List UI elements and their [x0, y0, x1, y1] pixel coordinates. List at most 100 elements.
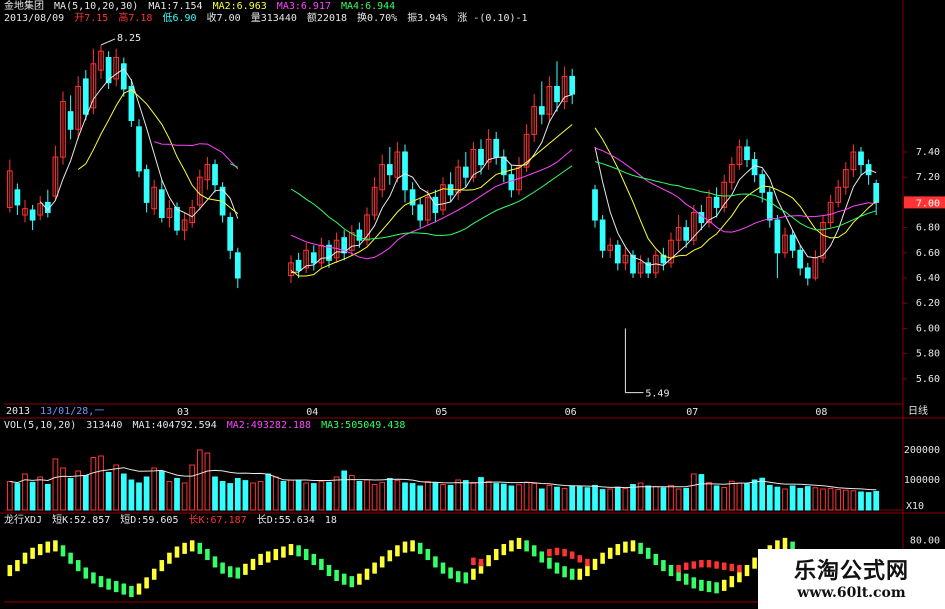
quote-volume: 量313440 — [250, 13, 297, 24]
volume-bar-down — [554, 486, 560, 511]
candle-down — [82, 78, 89, 115]
candle-down — [143, 169, 150, 203]
volume-bar-up — [181, 482, 188, 511]
candle-down — [417, 204, 424, 221]
volume-bar-down — [227, 483, 234, 511]
volume-bar-up — [842, 489, 849, 511]
ma-params: MA(5,10,20,30) — [54, 1, 139, 12]
price-tick-label: 6.60 — [916, 248, 940, 259]
candle-down — [592, 189, 598, 221]
volume-bar-down — [295, 480, 302, 511]
volume-bar-up — [531, 483, 538, 511]
volume-bar-up — [455, 479, 462, 511]
volume-bar-down — [128, 479, 135, 511]
candle-down — [789, 234, 796, 251]
volume-bar-up — [561, 487, 568, 511]
month-label: 08 — [815, 407, 827, 418]
candle-down — [873, 183, 880, 203]
quote-change: 涨 -(0.10)-1 — [457, 13, 528, 24]
volume-bar-up — [166, 481, 173, 511]
volume-bar-up — [250, 482, 256, 511]
volume-bar-down — [858, 491, 864, 511]
cursor-date[interactable]: 13/01/28,一 — [40, 406, 104, 417]
candle-down — [386, 164, 393, 176]
candle-down — [599, 219, 606, 251]
volume-bar-down — [789, 485, 796, 511]
volume-header: VOL(5,10,20) 313440 MA1:404792.594 MA2:4… — [4, 420, 409, 432]
watermark-badge: 乐淘公式网 www.60lt.com — [758, 549, 945, 609]
period-label[interactable]: 日线 — [908, 406, 928, 417]
high-pointer — [100, 38, 116, 46]
candle-down — [29, 209, 36, 221]
volume-bar-down — [242, 480, 249, 511]
volume-bar-up — [348, 475, 355, 511]
stock-name[interactable]: 金地集团 — [4, 1, 44, 12]
volume-tick-label: 200000 — [904, 445, 940, 456]
volume-bar-down — [584, 487, 591, 511]
volume-bar-down — [44, 484, 51, 511]
quote-header: 2013/08/09 开7.15 高7.18 低6.90 收7.00 量3134… — [4, 13, 532, 25]
volume-bar-down — [219, 481, 226, 511]
price-tick-label: 6.00 — [916, 323, 940, 334]
candle-down — [493, 138, 500, 158]
short-k: 短K:52.857 — [52, 515, 111, 526]
volume-bar-up — [668, 484, 674, 511]
volume-tick-label: 100000 — [904, 475, 940, 486]
volume-bar-down — [599, 489, 606, 511]
volume-bar-down — [212, 476, 218, 511]
volume-bar-down — [865, 492, 872, 511]
volume-bar-up — [736, 482, 743, 511]
volume-bar-up — [850, 490, 857, 511]
volume-unit-label: X10 — [906, 501, 924, 512]
last-price-label: 7.00 — [916, 198, 940, 209]
volume-bar-down — [14, 483, 21, 511]
volume-bar-down — [751, 479, 758, 511]
volume-bar-up — [90, 457, 97, 511]
volume-bar-up — [485, 481, 492, 511]
candle-down — [14, 189, 21, 206]
low-annotation: 5.49 — [645, 389, 669, 400]
volume-bar-down — [105, 472, 112, 511]
volume-bar-down — [158, 470, 165, 511]
volume-bar-down — [234, 478, 241, 511]
volume-bar-up — [607, 488, 614, 511]
volume-bar-down — [759, 477, 766, 511]
volume-bar-up — [675, 488, 682, 511]
ma2-value: MA2:6.963 — [212, 1, 267, 12]
volume-bar-down — [402, 482, 408, 511]
volume-bar-down — [409, 483, 416, 511]
long-k: 长K:67.187 — [188, 515, 247, 526]
price-tick-label: 5.80 — [916, 349, 940, 360]
volume-bar-up — [196, 449, 203, 511]
short-d: 短D:59.605 — [120, 515, 179, 526]
month-label: 04 — [306, 407, 318, 418]
candle-down — [614, 244, 621, 264]
candle-down — [174, 206, 180, 231]
volume-bar-up — [424, 481, 431, 511]
candle-down — [858, 151, 864, 166]
volume-panel — [6, 449, 880, 511]
volume-bar-up — [379, 481, 386, 511]
volume-bar-down — [280, 481, 287, 511]
month-label: 06 — [565, 407, 577, 418]
quote-open: 开7.15 — [74, 13, 109, 24]
volume-bar-down — [744, 483, 750, 511]
volume-bar-down — [265, 473, 272, 511]
volume-bar-down — [645, 485, 652, 511]
candle-down — [713, 196, 720, 208]
volume-bar-down — [766, 484, 773, 511]
volume-bar-up — [257, 481, 264, 511]
volume-bar-up — [835, 489, 842, 511]
volume-bar-down — [120, 473, 127, 511]
indicator-n: 18 — [324, 515, 337, 526]
volume-bar-up — [364, 479, 370, 511]
volume-bar-up — [98, 455, 104, 511]
volume-bar-down — [29, 481, 36, 511]
candle-down — [212, 164, 218, 186]
volume-bar-up — [37, 476, 44, 511]
month-label: 05 — [435, 407, 447, 418]
volume-bar-down — [630, 484, 636, 511]
axis-year: 2013 — [6, 406, 31, 417]
volume-bar-up — [523, 481, 530, 511]
volume-bar-up — [60, 467, 66, 511]
